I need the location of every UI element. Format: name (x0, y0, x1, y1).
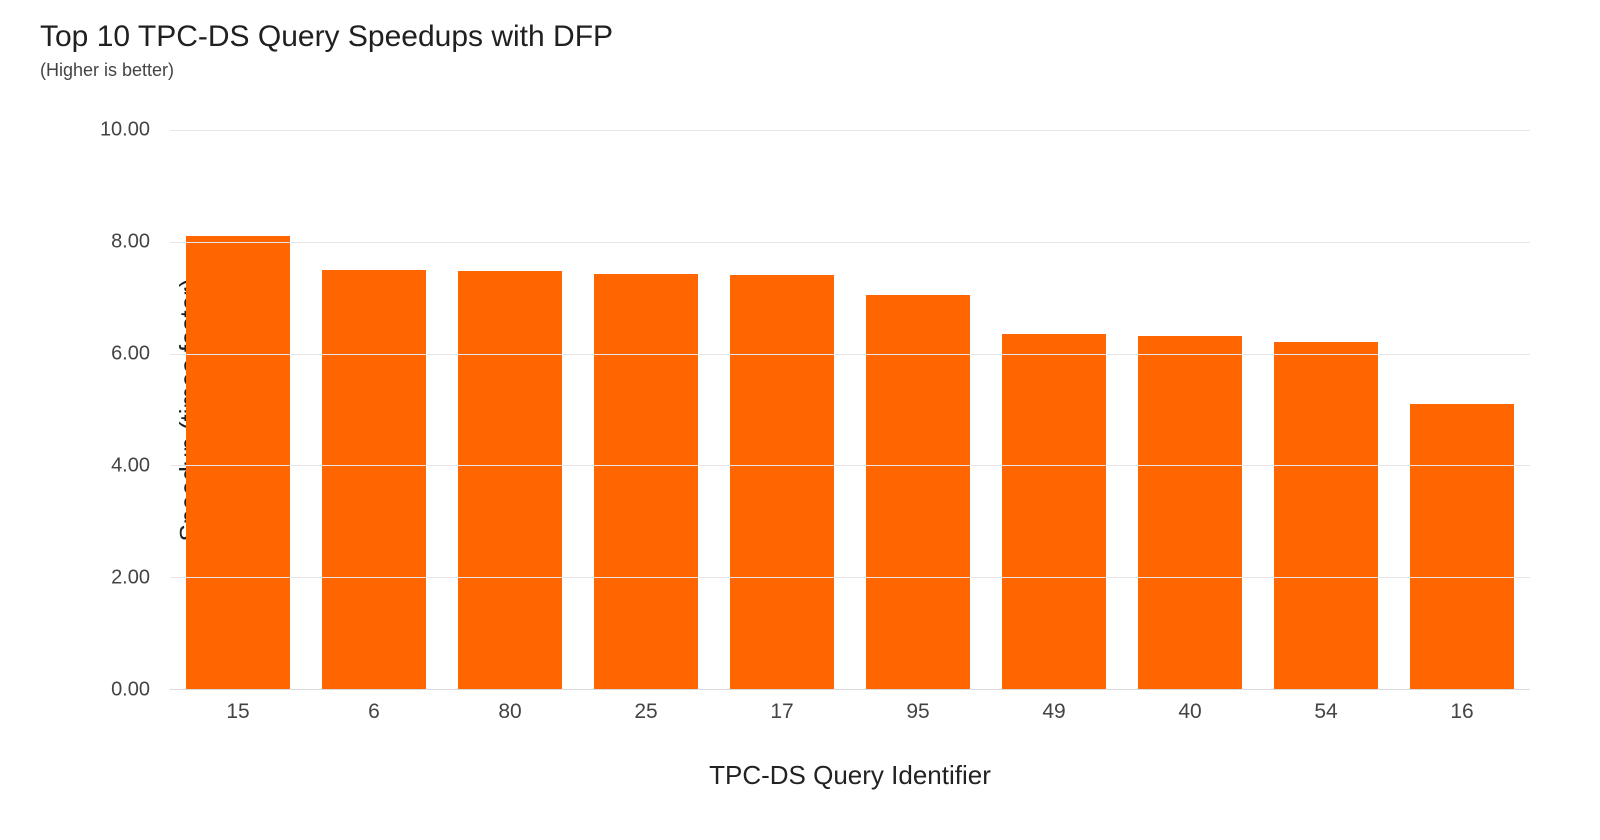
bar (1274, 342, 1377, 689)
y-tick-label: 0.00 (111, 679, 150, 702)
bar (1002, 334, 1105, 689)
bar-slot (306, 130, 442, 689)
x-tick-label: 40 (1122, 700, 1258, 730)
x-tick-label: 17 (714, 700, 850, 730)
chart-container: Top 10 TPC-DS Query Speedups with DFP (H… (40, 20, 1560, 820)
gridline (170, 242, 1530, 243)
bars-group (170, 130, 1530, 689)
x-axis-label: TPC-DS Query Identifier (170, 760, 1530, 791)
x-tick-label: 16 (1394, 700, 1530, 730)
bar-slot (578, 130, 714, 689)
bar (186, 236, 289, 689)
x-tick-label: 80 (442, 700, 578, 730)
chart-subtitle: (Higher is better) (40, 60, 1560, 81)
bar (322, 270, 425, 689)
y-tick-label: 8.00 (111, 231, 150, 254)
bar-slot (1122, 130, 1258, 689)
chart-title: Top 10 TPC-DS Query Speedups with DFP (40, 20, 1560, 54)
x-axis-ticks: 1568025179549405416 (170, 700, 1530, 730)
x-tick-label: 95 (850, 700, 986, 730)
x-tick-label: 49 (986, 700, 1122, 730)
x-tick-label: 6 (306, 700, 442, 730)
bar (1410, 404, 1513, 689)
bar-slot (714, 130, 850, 689)
gridline (170, 354, 1530, 355)
x-tick-label: 54 (1258, 700, 1394, 730)
y-axis-ticks: 0.002.004.006.008.0010.00 (100, 130, 160, 690)
bar-slot (170, 130, 306, 689)
x-tick-label: 15 (170, 700, 306, 730)
bar-slot (850, 130, 986, 689)
bar (458, 271, 561, 689)
bar (730, 275, 833, 689)
bar-slot (1394, 130, 1530, 689)
y-tick-label: 10.00 (100, 119, 150, 142)
gridline (170, 577, 1530, 578)
x-tick-label: 25 (578, 700, 714, 730)
plot-area (170, 130, 1530, 690)
y-tick-label: 2.00 (111, 567, 150, 590)
bar-slot (1258, 130, 1394, 689)
bar-slot (442, 130, 578, 689)
y-tick-label: 6.00 (111, 343, 150, 366)
bar (1138, 336, 1241, 689)
bar (594, 274, 697, 689)
gridline (170, 130, 1530, 131)
gridline (170, 465, 1530, 466)
bar-slot (986, 130, 1122, 689)
y-tick-label: 4.00 (111, 455, 150, 478)
